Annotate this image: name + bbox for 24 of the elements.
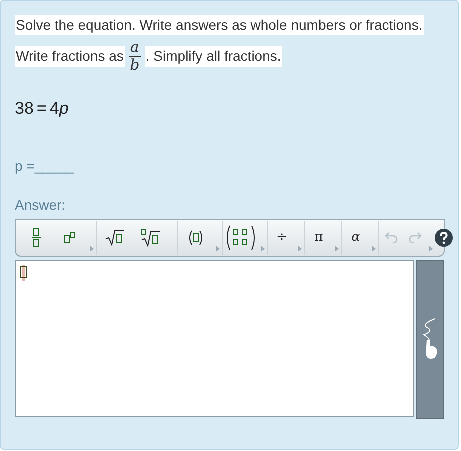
instruction-text: . Simplify all fractions. [144,46,282,67]
equation: 38 = 4p [15,98,70,120]
exponent-icon [64,232,76,244]
instruction-text: Write fractions as [15,46,125,67]
matrix-icon [225,224,257,250]
answer-label: Answer: [15,196,67,214]
symbol-button[interactable]: α [342,224,370,252]
symbol-button[interactable]: ÷ [268,224,296,252]
square-root-icon [105,230,125,246]
help-icon [435,228,453,246]
parentheses-icon [188,230,204,246]
answer-input-field[interactable] [15,260,414,416]
undo-icon [384,230,398,245]
fraction-denominator: b [130,57,140,74]
handwriting-button[interactable] [416,260,444,418]
fraction-icon [32,228,40,248]
prompt-text: p =_____ [15,156,75,176]
handwriting-hand-icon [421,318,440,360]
redo-icon [408,230,422,245]
instruction-text: Solve the equation. Write answers as whole numbers or fractions. [15,15,424,35]
nth-root-icon [141,228,161,246]
symbol-button[interactable]: π [305,224,333,252]
fraction-numerator: a [130,39,140,56]
help-button[interactable] [435,228,453,246]
